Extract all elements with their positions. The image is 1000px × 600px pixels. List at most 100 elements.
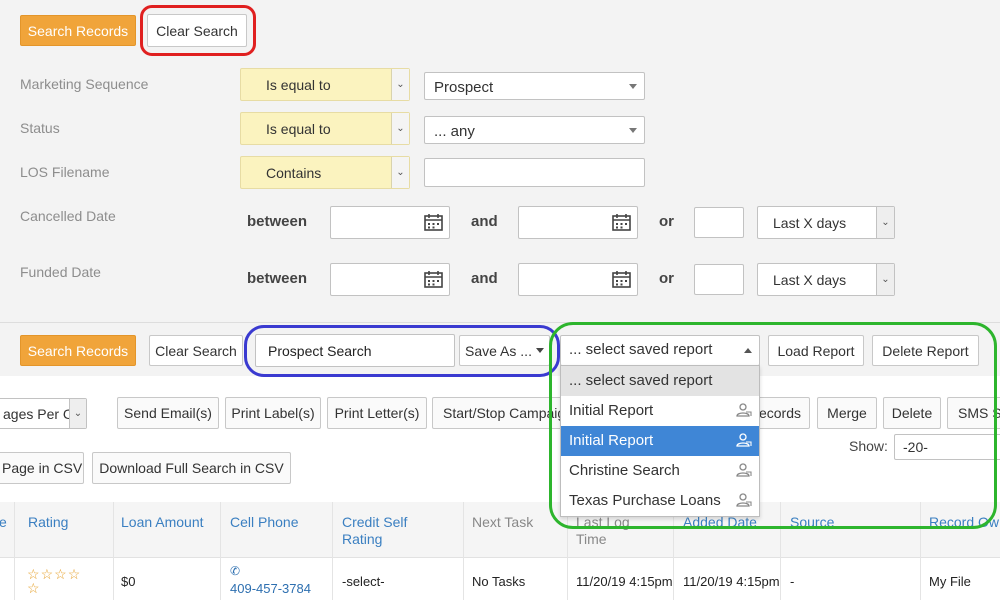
- show-count-select[interactable]: -20-: [894, 434, 1000, 460]
- column-header-loan-amount[interactable]: Loan Amount: [121, 514, 204, 531]
- operator-select-los-filename[interactable]: Contains ⌄: [240, 156, 410, 189]
- dropdown-item-christine-search[interactable]: Christine Search: [561, 456, 759, 486]
- chevron-down-icon: ⌄: [876, 264, 894, 295]
- shared-user-icon: [736, 463, 752, 477]
- load-report-button[interactable]: Load Report: [768, 335, 864, 366]
- column-header-next-task: Next Task: [472, 514, 534, 530]
- select-value: Last X days: [773, 215, 847, 231]
- star-icon[interactable]: ☆: [68, 566, 82, 582]
- chevron-down-icon: ⌄: [876, 207, 894, 238]
- merge-button[interactable]: Merge: [817, 397, 877, 429]
- calendar-icon[interactable]: [424, 271, 443, 288]
- print-labels-button[interactable]: Print Label(s): [225, 397, 321, 429]
- funded-range-select[interactable]: Last X days ⌄: [757, 263, 895, 296]
- funded-date-to-input[interactable]: [518, 263, 638, 296]
- column-header[interactable]: e: [0, 514, 7, 531]
- field-label-cancelled-date: Cancelled Date: [20, 208, 116, 224]
- last-log-cell: 11/20/19 4:15pm: [576, 574, 673, 589]
- star-icon[interactable]: ☆: [41, 566, 55, 582]
- or-label: or: [659, 213, 674, 230]
- search-name-value: Prospect Search: [268, 343, 372, 359]
- calendar-icon[interactable]: [612, 271, 631, 288]
- between-label: between: [247, 213, 308, 230]
- field-label-funded-date: Funded Date: [20, 264, 101, 280]
- and-label: and: [471, 270, 498, 287]
- column-header-cell-phone[interactable]: Cell Phone: [230, 514, 299, 531]
- chevron-down-icon: ⌄: [69, 399, 86, 428]
- select-value: Prospect: [434, 79, 494, 96]
- search-records-button-2[interactable]: Search Records: [20, 335, 136, 366]
- download-full-csv-button[interactable]: Download Full Search in CSV: [92, 452, 291, 484]
- chevron-down-icon: ⌄: [391, 113, 409, 144]
- clear-search-button-2[interactable]: Clear Search: [149, 335, 243, 366]
- shared-user-icon: [736, 493, 752, 507]
- dropdown-item-placeholder[interactable]: ... select saved report: [561, 366, 759, 396]
- cancelled-date-from-input[interactable]: [330, 206, 450, 239]
- funded-days-input[interactable]: [694, 264, 744, 295]
- send-emails-button[interactable]: Send Email(s): [117, 397, 219, 429]
- cancelled-date-to-input[interactable]: [518, 206, 638, 239]
- dropdown-item-initial-report-2[interactable]: Initial Report: [561, 426, 759, 456]
- table-row[interactable]: ☆☆☆☆ ☆ $0 ✆ 409-457-3784 -select- No Tas…: [0, 559, 1000, 600]
- dropdown-item-label: Christine Search: [569, 462, 680, 479]
- shared-user-icon: [736, 433, 752, 447]
- dropdown-item-initial-report[interactable]: Initial Report: [561, 396, 759, 426]
- search-records-button[interactable]: Search Records: [20, 15, 136, 46]
- column-header-source[interactable]: Source: [790, 514, 834, 531]
- delete-report-button[interactable]: Delete Report: [872, 335, 979, 366]
- source-cell: -: [790, 574, 795, 589]
- print-letters-button[interactable]: Print Letter(s): [327, 397, 427, 429]
- between-label: between: [247, 270, 308, 287]
- cell-phone-link[interactable]: 409-457-3784: [230, 581, 311, 596]
- search-name-input[interactable]: Prospect Search: [255, 334, 455, 367]
- phone-icon: ✆: [230, 564, 241, 578]
- credit-self-rating-cell[interactable]: -select-: [342, 574, 385, 589]
- rating-stars[interactable]: ☆☆☆☆ ☆: [27, 567, 97, 595]
- start-stop-campaign-button[interactable]: Start/Stop Campaig: [432, 397, 562, 429]
- sms-button[interactable]: SMS S: [947, 397, 1000, 429]
- next-task-cell: No Tasks: [472, 574, 526, 589]
- select-value: ... any: [434, 123, 475, 140]
- star-icon[interactable]: ☆: [54, 566, 68, 582]
- column-header-last-log-time: Last Log Time: [576, 514, 630, 547]
- pages-per-select[interactable]: ages Per C ⌄: [0, 398, 87, 429]
- shared-user-icon: [736, 403, 752, 417]
- added-date-cell: 11/20/19 4:15pm: [683, 574, 780, 589]
- record-owner-cell: My File: [929, 574, 971, 589]
- select-value: Last X days: [773, 272, 847, 288]
- cancelled-days-input[interactable]: [694, 207, 744, 238]
- cancelled-range-select[interactable]: Last X days ⌄: [757, 206, 895, 239]
- dropdown-item-label: Initial Report: [569, 402, 654, 419]
- dropdown-item-label: Texas Purchase Loans: [569, 492, 721, 509]
- or-label: or: [659, 270, 674, 287]
- dropdown-item-texas-purchase-loans[interactable]: Texas Purchase Loans: [561, 486, 759, 516]
- download-page-csv-button[interactable]: Page in CSV: [0, 452, 84, 484]
- field-label-status: Status: [20, 120, 60, 136]
- calendar-icon[interactable]: [424, 214, 443, 231]
- column-header-record-owner[interactable]: Record Ow: [929, 514, 999, 531]
- operator-value: Is equal to: [266, 121, 331, 137]
- caret-up-icon: [744, 348, 752, 353]
- los-filename-input[interactable]: [424, 158, 645, 187]
- operator-value: Contains: [266, 165, 322, 181]
- column-header-rating[interactable]: Rating: [28, 514, 68, 531]
- value-select-marketing-sequence[interactable]: Prospect: [424, 72, 645, 100]
- operator-value: Is equal to: [266, 77, 331, 93]
- delete-button[interactable]: Delete: [883, 397, 941, 429]
- operator-select-marketing-sequence[interactable]: Is equal to ⌄: [240, 68, 410, 101]
- value-select-status[interactable]: ... any: [424, 116, 645, 144]
- funded-date-from-input[interactable]: [330, 263, 450, 296]
- dropdown-item-label: Initial Report: [569, 432, 654, 449]
- caret-down-icon: [629, 128, 637, 133]
- and-label: and: [471, 213, 498, 230]
- operator-select-status[interactable]: Is equal to ⌄: [240, 112, 410, 145]
- loan-amount-cell: $0: [121, 574, 136, 589]
- caret-down-icon: [535, 348, 544, 353]
- save-as-button[interactable]: Save As ...: [459, 335, 550, 366]
- saved-report-dropdown: ... select saved report Initial Report I…: [560, 365, 760, 517]
- saved-report-select[interactable]: ... select saved report: [560, 335, 760, 366]
- star-icon[interactable]: ☆: [27, 580, 41, 596]
- calendar-icon[interactable]: [612, 214, 631, 231]
- clear-search-button[interactable]: Clear Search: [147, 14, 247, 47]
- column-header-credit-self-rating[interactable]: Credit Self Rating: [342, 514, 432, 548]
